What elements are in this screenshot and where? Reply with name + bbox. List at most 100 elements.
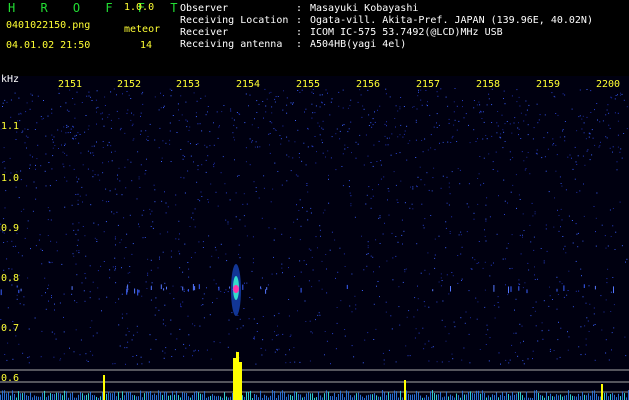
noise-pixel xyxy=(97,224,99,226)
noise-pixel xyxy=(164,282,166,284)
noise-pixel xyxy=(213,144,215,146)
noise-pixel xyxy=(9,157,11,159)
noise-pixel xyxy=(80,339,82,341)
noise-pixel xyxy=(466,231,468,233)
noise-pixel xyxy=(587,149,589,151)
noise-pixel xyxy=(474,259,476,261)
noise-pixel xyxy=(184,192,186,194)
noise-pixel xyxy=(448,361,450,363)
noise-pixel xyxy=(149,208,151,210)
activity-bar xyxy=(148,391,149,400)
activity-bar xyxy=(516,393,517,400)
noise-pixel xyxy=(520,138,522,139)
noise-pixel xyxy=(317,122,319,124)
noise-pixel xyxy=(582,115,584,117)
noise-pixel xyxy=(555,144,557,146)
noise-pixel xyxy=(49,185,51,187)
noise-pixel xyxy=(11,240,13,242)
noise-pixel xyxy=(379,105,381,107)
noise-pixel xyxy=(188,334,190,336)
noise-pixel xyxy=(19,303,21,305)
info-label: Receiving Location xyxy=(180,15,289,26)
noise-pixel xyxy=(521,151,523,153)
activity-bar xyxy=(58,392,59,400)
noise-pixel xyxy=(335,348,337,350)
noise-pixel xyxy=(468,183,470,185)
noise-pixel xyxy=(555,113,557,114)
noise-pixel xyxy=(607,268,609,270)
noise-pixel xyxy=(418,332,420,334)
activity-bar xyxy=(284,392,285,400)
noise-pixel xyxy=(344,266,346,267)
noise-pixel xyxy=(183,288,185,290)
noise-pixel xyxy=(91,100,93,101)
noise-pixel xyxy=(479,349,481,350)
noise-pixel xyxy=(397,110,399,112)
noise-pixel xyxy=(296,204,297,206)
noise-pixel xyxy=(497,170,499,172)
noise-pixel xyxy=(96,123,97,125)
info-row-location: Receiving Location : Ogata-vill. Akita-P… xyxy=(180,15,593,27)
noise-pixel xyxy=(89,265,91,267)
noise-pixel xyxy=(180,286,182,288)
noise-pixel xyxy=(452,275,454,277)
noise-pixel xyxy=(81,186,83,188)
noise-pixel xyxy=(130,98,132,99)
activity-bar xyxy=(576,396,577,400)
noise-pixel xyxy=(179,328,181,330)
carrier-pixel xyxy=(346,284,348,289)
noise-pixel xyxy=(407,355,409,357)
noise-pixel xyxy=(448,293,450,295)
noise-pixel xyxy=(527,134,529,136)
noise-pixel xyxy=(141,363,143,365)
noise-pixel xyxy=(257,146,259,148)
noise-pixel xyxy=(562,236,564,237)
noise-pixel xyxy=(200,191,202,193)
noise-pixel xyxy=(177,103,179,105)
noise-pixel xyxy=(370,255,372,257)
noise-pixel xyxy=(126,112,128,114)
noise-pixel xyxy=(502,147,504,149)
noise-pixel xyxy=(382,352,384,354)
app-version: 1.0.0 xyxy=(124,2,155,13)
noise-pixel xyxy=(420,179,422,181)
noise-pixel xyxy=(471,268,473,270)
noise-pixel xyxy=(568,215,570,217)
activity-bar xyxy=(8,392,9,400)
noise-pixel xyxy=(178,120,180,121)
noise-pixel xyxy=(116,193,118,195)
noise-pixel xyxy=(97,106,99,108)
noise-pixel xyxy=(354,295,356,297)
noise-pixel xyxy=(342,89,344,91)
noise-pixel xyxy=(515,174,517,176)
noise-pixel xyxy=(350,195,352,197)
noise-pixel xyxy=(365,134,367,136)
noise-pixel xyxy=(188,129,190,131)
noise-pixel xyxy=(7,307,9,309)
noise-pixel xyxy=(361,235,362,237)
noise-pixel xyxy=(533,249,535,251)
activity-bar xyxy=(114,391,115,400)
noise-pixel xyxy=(477,301,479,303)
activity-bar xyxy=(378,396,379,400)
activity-spike xyxy=(103,375,105,400)
noise-pixel xyxy=(71,293,73,295)
noise-pixel xyxy=(72,125,74,127)
noise-pixel xyxy=(256,323,258,324)
noise-pixel xyxy=(423,227,425,229)
noise-pixel xyxy=(173,298,175,300)
noise-pixel xyxy=(492,161,494,163)
noise-pixel xyxy=(63,331,65,333)
noise-pixel xyxy=(528,104,530,106)
noise-pixel xyxy=(55,180,57,181)
noise-pixel xyxy=(138,178,140,180)
noise-pixel xyxy=(256,112,258,113)
activity-bar xyxy=(256,394,257,400)
noise-pixel xyxy=(210,183,212,185)
noise-pixel xyxy=(420,272,422,274)
noise-pixel xyxy=(89,291,91,293)
noise-pixel xyxy=(445,227,447,229)
noise-pixel xyxy=(34,317,36,319)
noise-pixel xyxy=(468,124,469,126)
noise-pixel xyxy=(503,131,505,133)
